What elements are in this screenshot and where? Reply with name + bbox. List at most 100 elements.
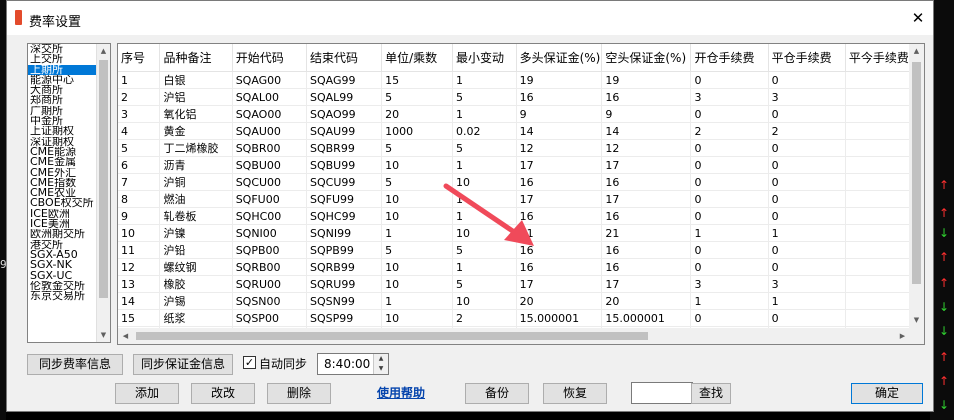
scroll-down-icon[interactable]: ▼	[97, 328, 110, 342]
scroll-thumb[interactable]	[912, 62, 921, 284]
table-cell: SQCU00	[232, 173, 308, 191]
table-cell: 15	[118, 309, 161, 327]
table-cell: 黄金	[159, 122, 233, 140]
exchange-item[interactable]: 上期所	[28, 64, 98, 75]
exchange-item[interactable]: SGX-NK	[28, 260, 98, 270]
auto-sync-checkbox[interactable]: ✓	[243, 356, 256, 369]
exchange-item[interactable]: 大商所	[28, 85, 98, 95]
exchange-item[interactable]: 伦敦金交所	[28, 281, 98, 291]
arrow-down-icon: ↓	[938, 226, 950, 240]
scroll-thumb[interactable]	[99, 60, 108, 298]
restore-button[interactable]: 恢复	[543, 383, 607, 404]
help-link[interactable]: 使用帮助	[377, 384, 425, 401]
column-header[interactable]: 最小变动	[452, 44, 517, 72]
table-row[interactable]: 8 燃油 SQFU00 SQFU99 10 1 17 17 0 0	[118, 190, 910, 208]
table-row[interactable]: 9 轧卷板 SQHC00 SQHC99 10 1 16 16 0 0	[118, 207, 910, 225]
table-cell: 16	[601, 241, 692, 259]
table-row[interactable]: 14 沪锡 SQSN00 SQSN99 1 10 20 20 1 1	[118, 292, 910, 310]
table-row[interactable]: 7 沪铜 SQCU00 SQCU99 5 10 16 16 0 0	[118, 173, 910, 191]
table-cell: SQHC00	[232, 207, 308, 225]
modify-button[interactable]: 改改	[191, 383, 255, 404]
sync-margin-button[interactable]: 同步保证金信息	[133, 354, 233, 375]
exchange-item[interactable]: 郑商所	[28, 95, 98, 105]
exchange-item[interactable]: 深证期权	[28, 137, 98, 147]
table-row[interactable]: 5 丁二烯橡胶 SQBR00 SQBR99 5 5 12 12 0 0	[118, 139, 910, 157]
search-input[interactable]	[631, 382, 693, 404]
exchange-item[interactable]: 广期所	[28, 106, 98, 116]
sync-time-spinner[interactable]: 8:40:00 ▲ ▼	[317, 353, 389, 375]
table-row[interactable]: 10 沪镍 SQNI00 SQNI99 1 10 21 21 1 1	[118, 224, 910, 242]
exchange-item[interactable]: ICE欧洲	[28, 209, 98, 219]
table-cell: SQPB99	[306, 241, 383, 259]
table-row[interactable]: 6 沥青 SQBU00 SQBU99 10 1 17 17 0 0	[118, 156, 910, 174]
table-row[interactable]: 13 橡胶 SQRU00 SQRU99 10 5 17 17 3 3	[118, 275, 910, 293]
exchange-item[interactable]: CME能源	[28, 147, 98, 157]
exchange-item[interactable]: CME指数	[28, 178, 98, 188]
table-row[interactable]: 1 白银 SQAG00 SQAG99 15 1 19 19 0 0	[118, 71, 910, 89]
table-cell: 10	[452, 224, 517, 242]
exchange-list[interactable]: 深交所 上交所 上期所 能源中心 大商所 郑商所 广期所 中金所 上证期权 深证期权 CME能源 CM…	[27, 43, 111, 343]
scroll-thumb[interactable]	[136, 332, 648, 340]
table-cell	[845, 241, 910, 259]
exchange-item[interactable]: 能源中心	[28, 75, 98, 85]
column-header[interactable]: 平今手续费	[845, 44, 910, 72]
search-button[interactable]: 查找	[691, 383, 731, 404]
exchange-item[interactable]: CME金属	[28, 157, 98, 167]
column-header[interactable]: 品种备注	[159, 44, 233, 72]
scroll-left-icon[interactable]: ◀	[118, 328, 133, 344]
column-header[interactable]: 单位/乘数	[381, 44, 454, 72]
close-icon[interactable]: ✕	[907, 7, 929, 29]
scroll-up-icon[interactable]: ▲	[909, 44, 924, 59]
exchange-item[interactable]: 上证期权	[28, 126, 98, 136]
exchange-item[interactable]: 上交所	[28, 54, 98, 64]
table-cell: 5	[381, 241, 454, 259]
table-cell: 沪铝	[159, 88, 233, 106]
scroll-right-icon[interactable]: ▶	[895, 328, 910, 344]
exchange-item[interactable]: CBOE权交所	[28, 198, 98, 208]
exchange-list-scrollbar[interactable]: ▲ ▼	[96, 44, 110, 342]
column-header[interactable]: 开始代码	[232, 44, 308, 72]
exchange-item[interactable]: 港交所	[28, 240, 98, 250]
table-horizontal-scrollbar[interactable]: ◀ ▶	[118, 328, 910, 344]
table-vertical-scrollbar[interactable]: ▲ ▼	[909, 44, 924, 328]
column-header[interactable]: 空头保证金(%)	[601, 44, 692, 72]
exchange-item[interactable]: 深交所	[28, 44, 98, 54]
table-cell: SQHC99	[306, 207, 383, 225]
exchange-item[interactable]: 欧洲期交所	[28, 229, 98, 239]
table-cell: 纸浆	[159, 309, 233, 327]
exchange-item[interactable]: CME农业	[28, 188, 98, 198]
delete-button[interactable]: 删除	[267, 383, 331, 404]
table-row[interactable]: 3 氧化铝 SQAO00 SQAO99 20 1 9 9 0 0	[118, 105, 910, 123]
exchange-item[interactable]: 中金所	[28, 116, 98, 126]
exchange-item[interactable]: 东京交易所	[28, 291, 98, 301]
column-header[interactable]: 序号	[118, 44, 161, 72]
column-header[interactable]: 平仓手续费	[768, 44, 846, 72]
exchange-item[interactable]: CME外汇	[28, 168, 98, 178]
exchange-item[interactable]: ICE美洲	[28, 219, 98, 229]
table-row[interactable]: 2 沪铝 SQAL00 SQAL99 5 5 16 16 3 3	[118, 88, 910, 106]
exchange-item[interactable]: SGX-UC	[28, 271, 98, 281]
table-row[interactable]: 4 黄金 SQAU00 SQAU99 1000 0.02 14 14 2 2	[118, 122, 910, 140]
table-cell: SQRU00	[232, 275, 308, 293]
spin-up-icon[interactable]: ▲	[373, 354, 388, 364]
column-header[interactable]: 开仓手续费	[690, 44, 769, 72]
backup-button[interactable]: 备份	[465, 383, 529, 404]
table-cell: 1	[381, 224, 454, 242]
table-row[interactable]: 15 纸浆 SQSP00 SQSP99 10 2 15.000001 15.000001 0 0	[118, 309, 910, 327]
table-cell: 橡胶	[159, 275, 233, 293]
column-header[interactable]: 结束代码	[306, 44, 383, 72]
scroll-up-icon[interactable]: ▲	[97, 44, 110, 58]
spin-down-icon[interactable]: ▼	[373, 364, 388, 374]
table-row[interactable]: 12 螺纹钢 SQRB00 SQRB99 10 1 16 16 0 0	[118, 258, 910, 276]
ok-button[interactable]: 确定	[851, 383, 923, 404]
table-cell: 1	[118, 71, 161, 89]
table-cell: 10	[381, 156, 454, 174]
table-cell: SQSP99	[306, 309, 383, 327]
table-row[interactable]: 11 沪铅 SQPB00 SQPB99 5 5 16 16 0 0	[118, 241, 910, 259]
sync-fee-button[interactable]: 同步费率信息	[27, 354, 123, 375]
column-header[interactable]: 多头保证金(%)	[516, 44, 603, 72]
scroll-down-icon[interactable]: ▼	[909, 313, 924, 328]
add-button[interactable]: 添加	[115, 383, 179, 404]
exchange-item[interactable]: SGX-A50	[28, 250, 98, 260]
table-cell: SQAO00	[232, 105, 308, 123]
